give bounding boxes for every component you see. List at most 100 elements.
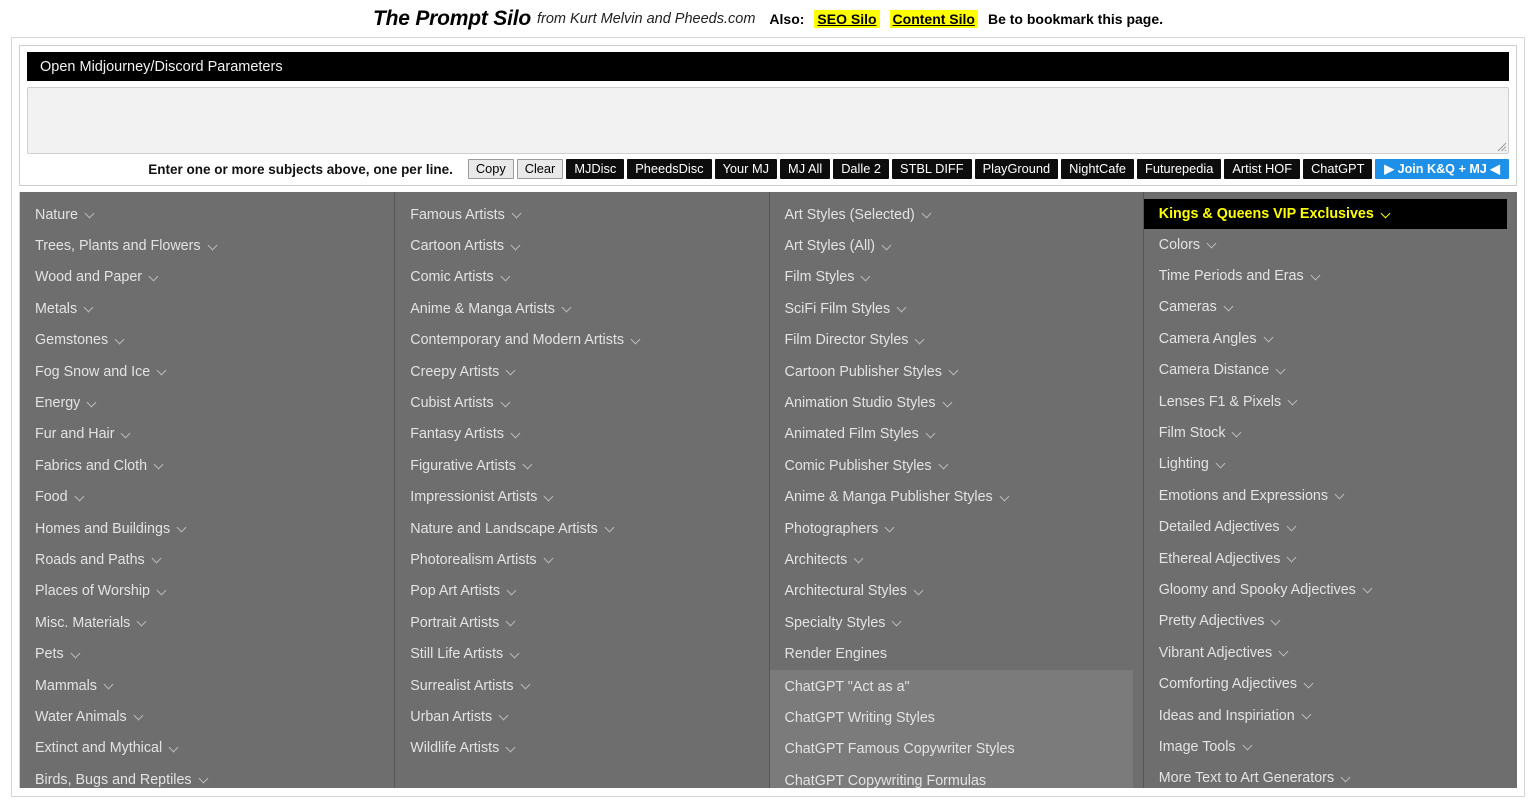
category-item-contemporary-and-modern-artists[interactable]: Contemporary and Modern Artists: [395, 325, 768, 356]
toolbar-button-mjdisc[interactable]: MJDisc: [566, 159, 625, 179]
category-item-gloomy-and-spooky-adjectives[interactable]: Gloomy and Spooky Adjectives: [1144, 574, 1517, 605]
category-item-extinct-and-mythical[interactable]: Extinct and Mythical: [20, 733, 394, 764]
chevron-down-icon: [861, 272, 872, 283]
category-item-lighting[interactable]: Lighting: [1144, 449, 1517, 480]
category-item-camera-distance[interactable]: Camera Distance: [1144, 355, 1517, 386]
category-item-places-of-worship[interactable]: Places of Worship: [20, 576, 394, 607]
toolbar-button-playground[interactable]: PlayGround: [974, 159, 1059, 179]
open-parameters-bar[interactable]: Open Midjourney/Discord Parameters: [27, 52, 1509, 81]
category-item-render-engines[interactable]: Render Engines: [770, 638, 1143, 669]
toolbar-button-dalle-2[interactable]: Dalle 2: [833, 159, 890, 179]
category-item-still-life-artists[interactable]: Still Life Artists: [395, 638, 768, 669]
toolbar-button-pheedsdisc[interactable]: PheedsDisc: [627, 159, 712, 179]
toolbar-button-futurepedia[interactable]: Futurepedia: [1137, 159, 1222, 179]
category-item-photographers[interactable]: Photographers: [770, 513, 1143, 544]
category-item-cartoon-artists[interactable]: Cartoon Artists: [395, 230, 768, 261]
category-item-pets[interactable]: Pets: [20, 638, 394, 669]
category-item-misc-materials[interactable]: Misc. Materials: [20, 607, 394, 638]
category-item-art-styles-all[interactable]: Art Styles (All): [770, 230, 1143, 261]
toolbar-button-join-k-q-mj[interactable]: ▶ Join K&Q + MJ ◀: [1375, 159, 1509, 179]
category-item-portrait-artists[interactable]: Portrait Artists: [395, 607, 768, 638]
category-item-pretty-adjectives[interactable]: Pretty Adjectives: [1144, 606, 1517, 637]
chevron-down-icon: [506, 617, 517, 628]
toolbar-button-nightcafe[interactable]: NightCafe: [1061, 159, 1135, 179]
category-item-metals[interactable]: Metals: [20, 293, 394, 324]
category-item-lenses-f1-pixels[interactable]: Lenses F1 & Pixels: [1144, 386, 1517, 417]
toolbar-button-chatgpt[interactable]: ChatGPT: [1303, 159, 1373, 179]
category-item-chatgpt-writing-styles[interactable]: ChatGPT Writing Styles: [770, 702, 1133, 733]
category-item-label: Animation Studio Styles: [784, 395, 936, 412]
category-item-food[interactable]: Food: [20, 482, 394, 513]
category-item-surrealist-artists[interactable]: Surrealist Artists: [395, 670, 768, 701]
category-item-homes-and-buildings[interactable]: Homes and Buildings: [20, 513, 394, 544]
toolbar-button-clear[interactable]: Clear: [516, 159, 564, 179]
category-item-water-animals[interactable]: Water Animals: [20, 701, 394, 732]
category-item-urban-artists[interactable]: Urban Artists: [395, 701, 768, 732]
category-item-camera-angles[interactable]: Camera Angles: [1144, 323, 1517, 354]
category-item-trees-plants-and-flowers[interactable]: Trees, Plants and Flowers: [20, 230, 394, 261]
category-item-fantasy-artists[interactable]: Fantasy Artists: [395, 419, 768, 450]
category-item-image-tools[interactable]: Image Tools: [1144, 731, 1517, 762]
category-item-nature[interactable]: Nature: [20, 199, 394, 230]
category-item-film-director-styles[interactable]: Film Director Styles: [770, 325, 1143, 356]
category-item-art-styles-selected[interactable]: Art Styles (Selected): [770, 199, 1143, 230]
category-item-photorealism-artists[interactable]: Photorealism Artists: [395, 544, 768, 575]
category-item-cubist-artists[interactable]: Cubist Artists: [395, 387, 768, 418]
category-item-nature-and-landscape-artists[interactable]: Nature and Landscape Artists: [395, 513, 768, 544]
category-item-comic-artists[interactable]: Comic Artists: [395, 262, 768, 293]
category-item-specialty-styles[interactable]: Specialty Styles: [770, 607, 1143, 638]
category-item-time-periods-and-eras[interactable]: Time Periods and Eras: [1144, 260, 1517, 291]
category-item-roads-and-paths[interactable]: Roads and Paths: [20, 544, 394, 575]
category-item-anime-manga-publisher-styles[interactable]: Anime & Manga Publisher Styles: [770, 482, 1143, 513]
seo-silo-link[interactable]: SEO Silo: [814, 9, 880, 28]
category-item-wood-and-paper[interactable]: Wood and Paper: [20, 262, 394, 293]
toolbar-button-your-mj[interactable]: Your MJ: [714, 159, 778, 179]
category-item-label: Extinct and Mythical: [35, 740, 163, 757]
chevron-down-icon: [523, 460, 534, 471]
category-item-energy[interactable]: Energy: [20, 387, 394, 418]
category-item-fur-and-hair[interactable]: Fur and Hair: [20, 419, 394, 450]
category-item-fabrics-and-cloth[interactable]: Fabrics and Cloth: [20, 450, 394, 481]
toolbar-button-copy[interactable]: Copy: [467, 159, 514, 179]
category-item-impressionist-artists[interactable]: Impressionist Artists: [395, 482, 768, 513]
category-item-chatgpt-act-as-a[interactable]: ChatGPT "Act as a": [770, 671, 1133, 702]
toolbar-button-stbl-diff[interactable]: STBL DIFF: [892, 159, 972, 179]
category-item-scifi-film-styles[interactable]: SciFi Film Styles: [770, 293, 1143, 324]
category-item-ideas-and-inspiriation[interactable]: Ideas and Inspiriation: [1144, 700, 1517, 731]
category-item-vibrant-adjectives[interactable]: Vibrant Adjectives: [1144, 637, 1517, 668]
category-item-comic-publisher-styles[interactable]: Comic Publisher Styles: [770, 450, 1143, 481]
category-item-film-styles[interactable]: Film Styles: [770, 262, 1143, 293]
category-item-architectural-styles[interactable]: Architectural Styles: [770, 576, 1143, 607]
category-item-more-text-to-art-generators[interactable]: More Text to Art Generators: [1144, 763, 1517, 788]
category-item-cartoon-publisher-styles[interactable]: Cartoon Publisher Styles: [770, 356, 1143, 387]
category-item-anime-manga-artists[interactable]: Anime & Manga Artists: [395, 293, 768, 324]
category-item-detailed-adjectives[interactable]: Detailed Adjectives: [1144, 512, 1517, 543]
category-item-emotions-and-expressions[interactable]: Emotions and Expressions: [1144, 480, 1517, 511]
category-item-label: Time Periods and Eras: [1158, 268, 1304, 285]
category-item-pop-art-artists[interactable]: Pop Art Artists: [395, 576, 768, 607]
category-item-gemstones[interactable]: Gemstones: [20, 325, 394, 356]
toolbar-button-artist-hof[interactable]: Artist HOF: [1224, 159, 1301, 179]
toolbar-button-mj-all[interactable]: MJ All: [780, 159, 831, 179]
category-item-cameras[interactable]: Cameras: [1144, 292, 1517, 323]
category-item-fog-snow-and-ice[interactable]: Fog Snow and Ice: [20, 356, 394, 387]
category-item-comforting-adjectives[interactable]: Comforting Adjectives: [1144, 668, 1517, 699]
category-item-birds-bugs-and-reptiles[interactable]: Birds, Bugs and Reptiles: [20, 764, 394, 788]
category-item-animation-studio-styles[interactable]: Animation Studio Styles: [770, 387, 1143, 418]
category-item-creepy-artists[interactable]: Creepy Artists: [395, 356, 768, 387]
category-item-wildlife-artists[interactable]: Wildlife Artists: [395, 733, 768, 764]
category-item-colors[interactable]: Colors: [1144, 229, 1517, 260]
category-item-ethereal-adjectives[interactable]: Ethereal Adjectives: [1144, 543, 1517, 574]
category-item-label: Energy: [35, 395, 81, 412]
category-item-famous-artists[interactable]: Famous Artists: [395, 199, 768, 230]
category-item-mammals[interactable]: Mammals: [20, 670, 394, 701]
content-silo-link[interactable]: Content Silo: [889, 9, 978, 28]
category-item-chatgpt-copywriting-formulas[interactable]: ChatGPT Copywriting Formulas: [770, 765, 1133, 788]
vip-item-kings-queens-vip-exclusives[interactable]: Kings & Queens VIP Exclusives: [1143, 199, 1507, 229]
category-item-film-stock[interactable]: Film Stock: [1144, 417, 1517, 448]
category-item-animated-film-styles[interactable]: Animated Film Styles: [770, 419, 1143, 450]
category-item-figurative-artists[interactable]: Figurative Artists: [395, 450, 768, 481]
category-item-chatgpt-famous-copywriter-styles[interactable]: ChatGPT Famous Copywriter Styles: [770, 734, 1133, 765]
category-item-architects[interactable]: Architects: [770, 544, 1143, 575]
subjects-input[interactable]: [27, 87, 1509, 154]
